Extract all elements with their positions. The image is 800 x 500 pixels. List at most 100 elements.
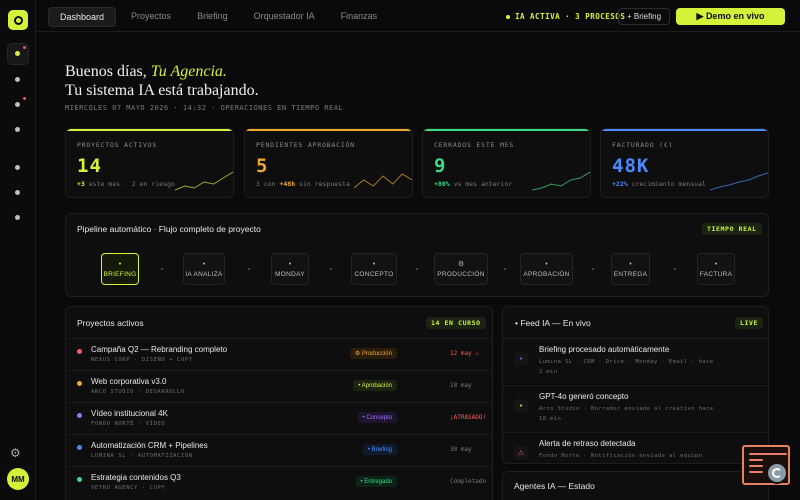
pipeline-step-factura[interactable]: • FACTURA xyxy=(697,253,735,285)
project-status-tag: • Concepto xyxy=(357,412,397,423)
step-icon: • xyxy=(372,260,376,268)
ai-status-text: IA ACTIVA · 3 PROCESOS xyxy=(515,12,626,21)
status-dot-icon xyxy=(77,381,82,386)
kpi-value: 48K xyxy=(612,155,650,177)
project-name: Automatización CRM + Pipelines xyxy=(91,441,208,450)
pipeline-step-monday[interactable]: • MONDAY xyxy=(271,253,309,285)
feed-item-icon: ⚠ xyxy=(514,446,528,460)
greeting-line-2: Tu sistema IA está trabajando. xyxy=(65,82,259,99)
sparkline-path xyxy=(532,171,590,191)
project-row[interactable]: Campaña Q2 — Rebranding completo NEXUS CO… xyxy=(66,338,492,369)
sparkline-path xyxy=(354,173,412,189)
greeting-heading: Buenos días, Tu Agencia. Tu sistema IA e… xyxy=(65,62,259,100)
widget-line xyxy=(749,459,763,461)
kpi-sparkline xyxy=(354,173,412,189)
live-badge: LIVE xyxy=(735,317,764,329)
project-status-tag: • Briefing xyxy=(362,444,397,455)
agency-name: Tu Agencia. xyxy=(150,63,227,80)
feed-item[interactable]: • GPT-4o generó concepto Arco Studio · Bor… xyxy=(503,385,768,431)
greeting-line-1: Buenos días, Tu Agencia. xyxy=(65,63,227,80)
kpi-accent-bar xyxy=(423,129,590,131)
project-name: Vídeo institucional 4K xyxy=(91,409,168,418)
sidebar: ⚙ MM xyxy=(0,0,36,500)
feed-item[interactable]: ⚠ Alerta de retraso detectada Fondo Norte … xyxy=(503,432,768,463)
pipeline-step-producción[interactable]: ⚙ PRODUCCIÓN xyxy=(434,253,488,285)
project-name: Web corporativa v3.0 xyxy=(91,377,167,386)
project-row[interactable]: Automatización CRM + Pipelines LUMINA SL … xyxy=(66,434,492,465)
kpi-label: CERRADOS ESTE MES xyxy=(434,141,515,149)
nav-item-7[interactable] xyxy=(15,215,20,220)
pipeline-connector xyxy=(161,268,163,270)
app-logo[interactable] xyxy=(8,10,28,30)
step-label: APROBACIÓN xyxy=(523,270,570,278)
tab-briefing[interactable]: Briefing xyxy=(186,7,239,27)
pipeline-step-ia analiza[interactable]: • IA ANALIZA xyxy=(183,253,225,285)
kpi-delta: +3 xyxy=(77,180,85,188)
pipeline-panel: Pipeline automático · Flujo completo de … xyxy=(65,213,769,297)
pipeline-step-entrega[interactable]: • ENTREGA xyxy=(611,253,650,285)
nav-item-2[interactable] xyxy=(15,77,20,82)
kpi-value: 14 xyxy=(77,155,102,177)
pipeline-title: Pipeline automático · Flujo completo de … xyxy=(77,224,261,234)
project-due-date: 12 may ⚠ xyxy=(450,350,479,357)
feed-item-desc: Fondo Norte · Notificación enviada al eq… xyxy=(539,453,703,459)
kpi-subtext: +80% vs mes anterior xyxy=(434,180,512,188)
kpi-sub-prefix: 3 con xyxy=(256,180,280,188)
kpi-sparkline xyxy=(532,171,590,191)
tab-proyectos[interactable]: Proyectos xyxy=(120,7,182,27)
widget-line xyxy=(749,471,763,473)
project-row[interactable]: Vídeo institucional 4K FONDO NORTE · VÍDE… xyxy=(66,402,492,433)
date-line: MIÉRCOLES 07 MAYO 2026 · 14:32 · OPERACI… xyxy=(65,104,344,112)
step-icon: • xyxy=(118,260,122,268)
step-icon: • xyxy=(629,260,632,268)
widget-line xyxy=(749,453,787,455)
floating-chat-widget[interactable] xyxy=(742,445,790,485)
tab-dashboard[interactable]: Dashboard xyxy=(48,7,117,27)
kpi-card: CERRADOS ESTE MES 9 +80% vs mes anterior xyxy=(422,128,591,198)
nav-item-6[interactable] xyxy=(15,190,20,195)
project-row[interactable]: Estrategia contenidos Q3 VETRO AGENCY · C… xyxy=(66,466,492,497)
step-label: FACTURA xyxy=(699,270,733,278)
feed-item[interactable]: • Briefing procesado automáticamente Lumin… xyxy=(503,338,768,384)
project-row[interactable]: Web corporativa v3.0 ARCO STUDIO · DESARR… xyxy=(66,370,492,401)
kpi-sub-text: vs mes anterior xyxy=(449,180,513,188)
pipeline-step-briefing[interactable]: • BRIEFING xyxy=(101,253,139,285)
project-meta: FONDO NORTE · VÍDEO xyxy=(91,421,166,427)
nav-badge xyxy=(23,97,26,100)
kpi-card: FACTURADO (€) 48K +22% crecimiento mensual xyxy=(600,128,769,198)
kpi-subtext: 3 con +48h sin respuesta xyxy=(256,180,350,188)
pipeline-step-aprobación[interactable]: • APROBACIÓN xyxy=(520,253,573,285)
step-label: CONCEPTO xyxy=(354,270,394,278)
kpi-sub-text: sin respuesta xyxy=(295,180,350,188)
step-label: BRIEFING xyxy=(103,270,137,278)
tab-orquestador[interactable]: Orquestador IA xyxy=(243,7,326,27)
project-status-tag: • Aprobación xyxy=(353,380,397,391)
kpi-accent-bar xyxy=(601,129,768,131)
step-label: IA ANALIZA xyxy=(185,270,223,278)
sparkline-path xyxy=(175,171,233,191)
status-dot-icon xyxy=(77,413,82,418)
new-briefing-button[interactable]: + Briefing xyxy=(618,8,671,25)
kpi-sub-text: este mes · 2 en riesgo xyxy=(84,180,175,188)
user-avatar[interactable]: MM xyxy=(7,468,29,490)
project-due-date: Completado xyxy=(450,478,487,485)
step-label: PRODUCCIÓN xyxy=(437,270,485,278)
project-meta: VETRO AGENCY · COPY xyxy=(91,485,166,491)
feed-item-title: GPT-4o generó concepto xyxy=(539,392,629,401)
kpi-delta: +48h xyxy=(279,180,296,188)
project-due-date: 30 may xyxy=(450,446,472,453)
nav-item-4[interactable] xyxy=(15,127,20,132)
nav-item-3[interactable] xyxy=(15,102,20,107)
tab-finanzas[interactable]: Finanzas xyxy=(330,7,389,27)
pipeline-connector xyxy=(592,268,594,270)
live-demo-button[interactable]: ▶ Demo en vivo xyxy=(676,8,785,25)
pipeline-step-concepto[interactable]: • CONCEPTO xyxy=(351,253,397,285)
nav-item-5[interactable] xyxy=(15,165,20,170)
status-dot-icon xyxy=(506,14,510,19)
projects-panel: Proyectos activos 14 EN CURSO Campaña Q2… xyxy=(65,306,493,500)
settings-gear-icon[interactable]: ⚙ xyxy=(10,446,21,460)
status-dot-icon xyxy=(77,445,82,450)
project-name: Campaña Q2 — Rebranding completo xyxy=(91,345,228,354)
logo-ring-icon xyxy=(13,15,23,25)
support-avatar-icon xyxy=(766,462,788,484)
